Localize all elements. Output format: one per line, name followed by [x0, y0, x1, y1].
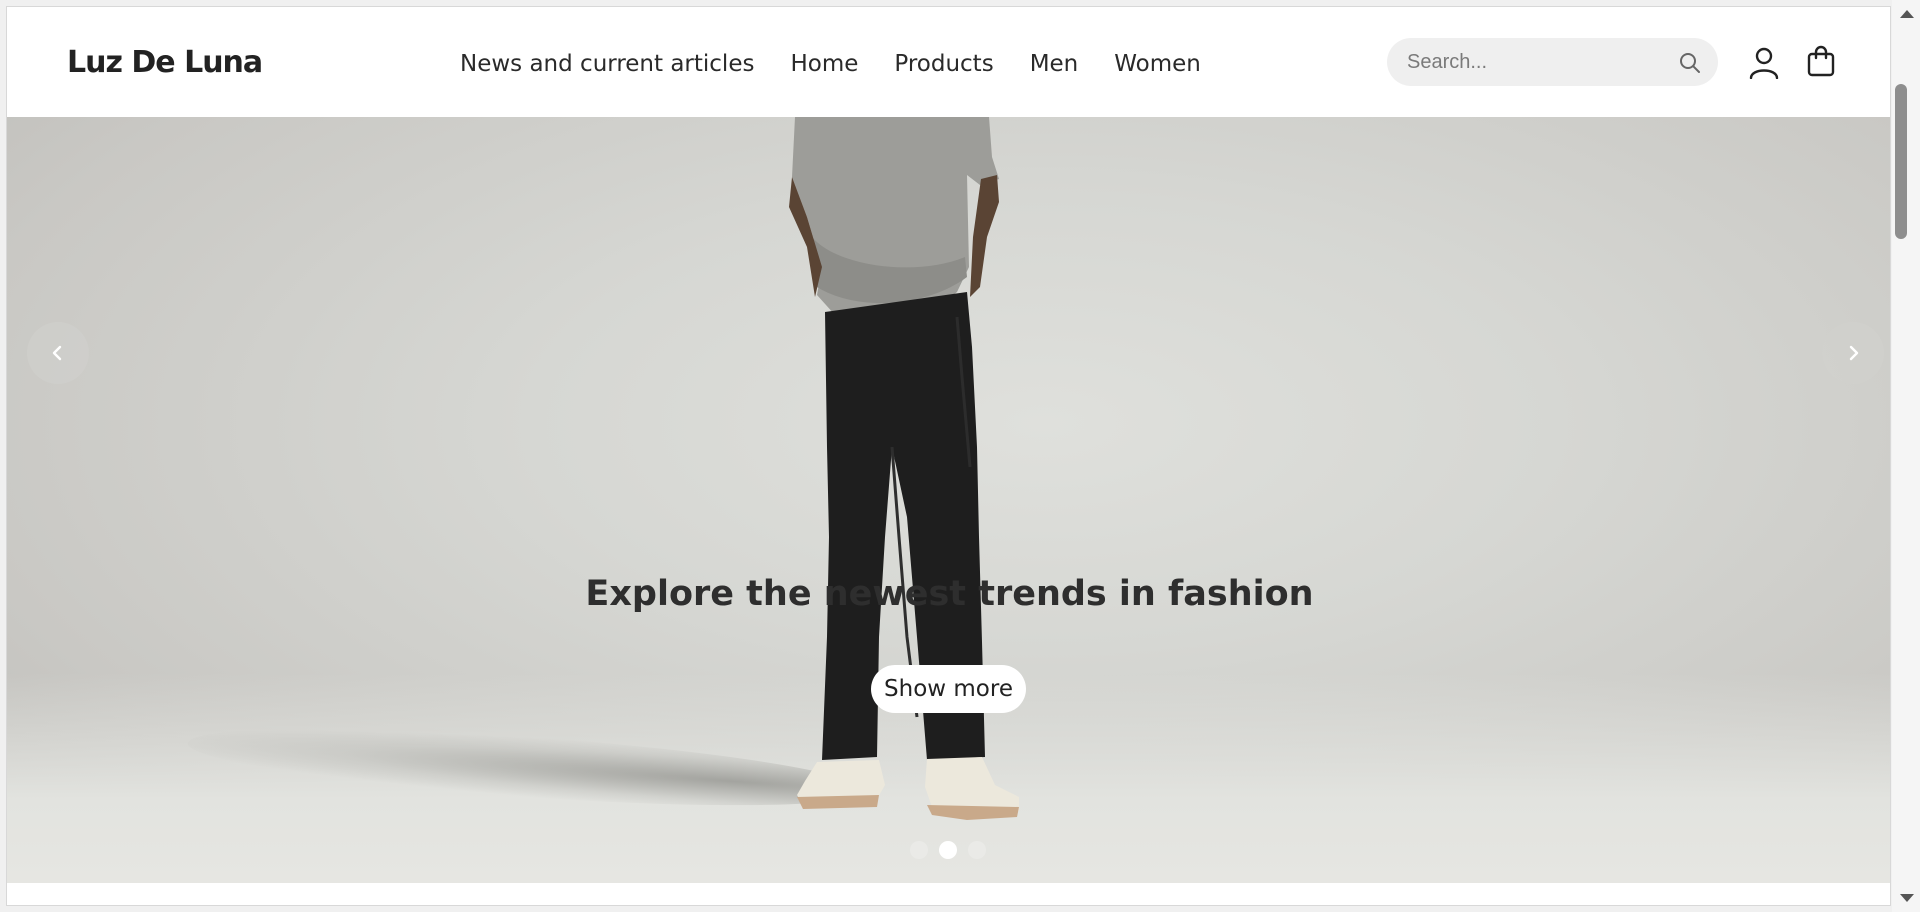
- scroll-down-arrow-icon[interactable]: [1900, 894, 1914, 902]
- chevron-left-icon: [52, 345, 62, 361]
- carousel-next-button[interactable]: [1822, 322, 1884, 384]
- scrollbar-thumb[interactable]: [1895, 84, 1907, 239]
- search-box: [1387, 38, 1718, 86]
- search-icon[interactable]: [1678, 51, 1702, 75]
- nav-item-men[interactable]: Men: [1030, 51, 1079, 77]
- carousel-dot-2[interactable]: [939, 841, 957, 859]
- nav-item-women[interactable]: Women: [1114, 51, 1201, 77]
- shopping-bag-icon[interactable]: [1806, 45, 1836, 77]
- hero-carousel: Explore the newest trends in fashion Sho…: [7, 117, 1890, 883]
- chevron-right-icon: [1849, 345, 1859, 361]
- user-icon[interactable]: [1749, 47, 1779, 79]
- site-logo[interactable]: Luz De Luna: [67, 45, 263, 80]
- carousel-dot-1[interactable]: [910, 841, 928, 859]
- carousel-dot-3[interactable]: [968, 841, 986, 859]
- nav-item-home[interactable]: Home: [790, 51, 858, 77]
- search-input[interactable]: [1407, 38, 1667, 86]
- page: Luz De Luna News and current articles Ho…: [6, 6, 1891, 906]
- carousel-prev-button[interactable]: [27, 322, 89, 384]
- nav-item-news[interactable]: News and current articles: [460, 51, 754, 77]
- hero-model-image: [789, 117, 1019, 820]
- show-more-button[interactable]: Show more: [871, 665, 1026, 713]
- main-nav: News and current articles Home Products …: [460, 51, 1201, 77]
- nav-item-products[interactable]: Products: [894, 51, 993, 77]
- site-header: Luz De Luna News and current articles Ho…: [7, 7, 1890, 117]
- vertical-scrollbar[interactable]: [1892, 0, 1920, 912]
- hero-headline: Explore the newest trends in fashion: [585, 574, 1314, 614]
- scroll-up-arrow-icon[interactable]: [1900, 10, 1914, 18]
- carousel-dots: [910, 841, 986, 859]
- browser-viewport: Luz De Luna News and current articles Ho…: [0, 0, 1920, 912]
